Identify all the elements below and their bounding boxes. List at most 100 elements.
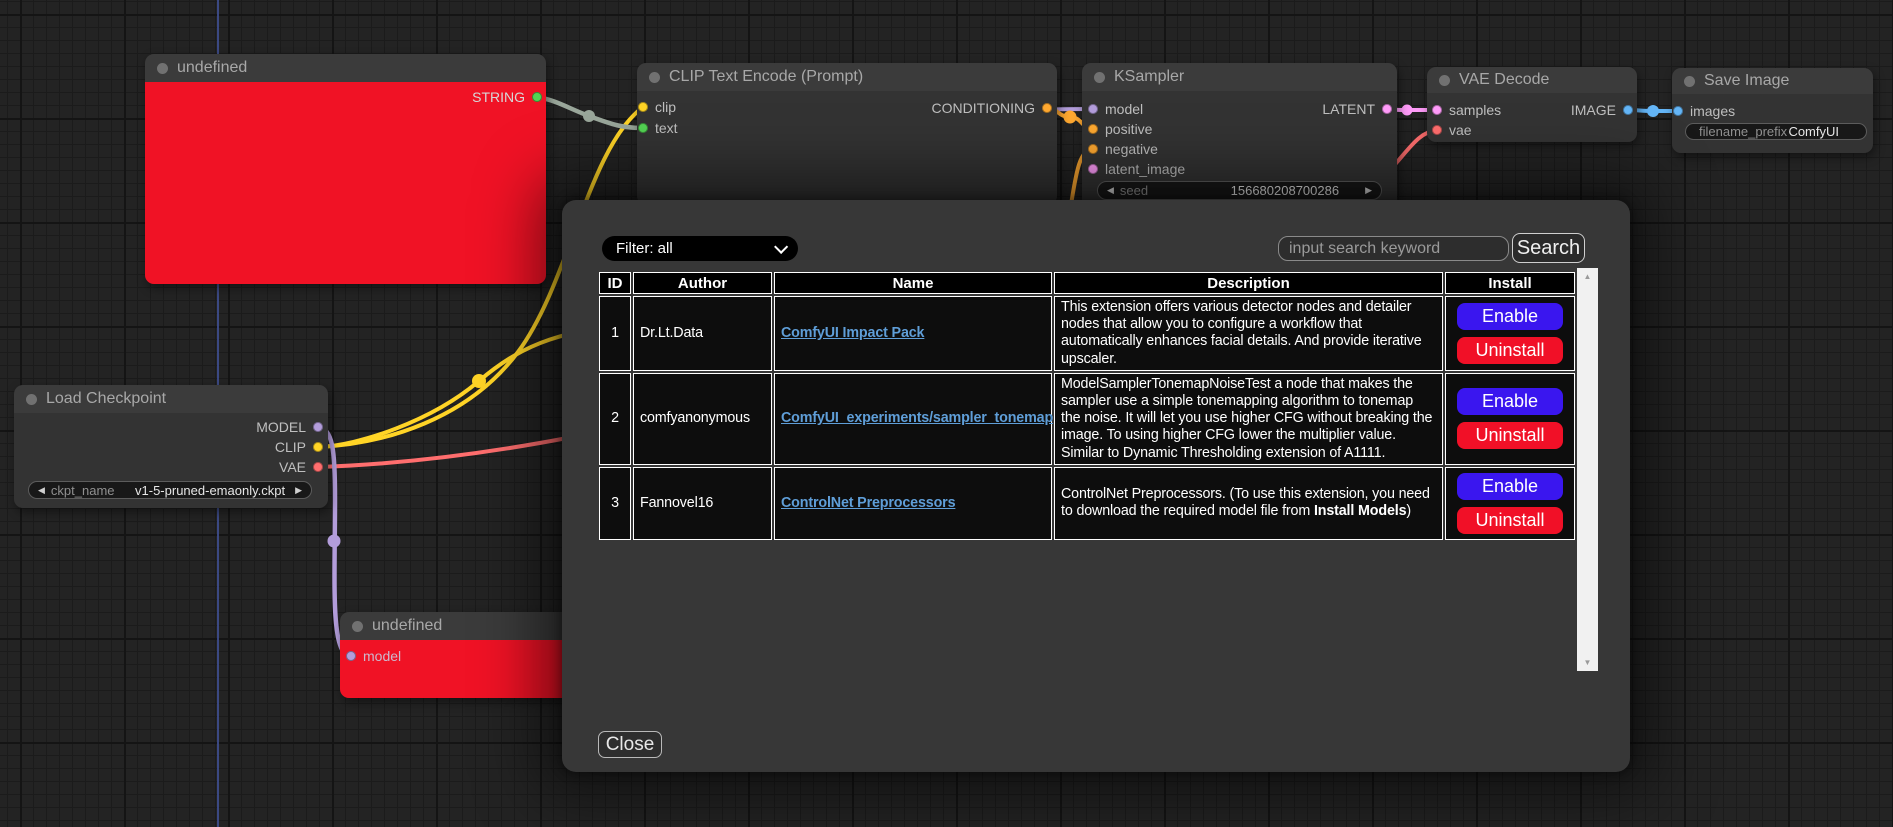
- node-title: Load Checkpoint: [46, 390, 166, 408]
- input-label: latent_image: [1105, 161, 1185, 177]
- header-description: Description: [1054, 272, 1443, 294]
- node-load-checkpoint[interactable]: Load Checkpoint MODEL CLIP VAE ◀ ckpt_na…: [14, 385, 328, 508]
- cell-name: ComfyUI_experiments/sampler_tonemap: [774, 373, 1052, 465]
- node-title: VAE Decode: [1459, 71, 1549, 89]
- node-title: CLIP Text Encode (Prompt): [669, 68, 863, 86]
- input-slot-negative[interactable]: [1088, 144, 1098, 154]
- cell-install: Enable Uninstall: [1445, 467, 1575, 540]
- cell-author: comfyanonymous: [633, 373, 772, 465]
- cell-id: 1: [599, 296, 631, 371]
- collapse-dot-icon[interactable]: [1094, 72, 1105, 83]
- node-title: Save Image: [1704, 72, 1789, 90]
- input-slot-model[interactable]: [1088, 104, 1098, 114]
- scroll-up-icon[interactable]: ▲: [1577, 272, 1598, 281]
- prev-arrow-icon[interactable]: ◀: [38, 485, 45, 496]
- node-title-bar[interactable]: Load Checkpoint: [14, 385, 328, 413]
- comfyui-canvas[interactable]: undefined STRING CLIP Text Encode (Promp…: [0, 0, 1893, 827]
- input-slot-vae[interactable]: [1432, 125, 1442, 135]
- extension-link[interactable]: ControlNet Preprocessors: [781, 495, 955, 511]
- header-id: ID: [599, 272, 631, 294]
- node-ksampler[interactable]: KSampler model positive negative latent_…: [1082, 63, 1397, 208]
- search-button[interactable]: Search: [1512, 233, 1585, 263]
- output-slot-conditioning[interactable]: [1042, 103, 1052, 113]
- output-slot-vae[interactable]: [313, 462, 323, 472]
- node-title: KSampler: [1114, 68, 1184, 86]
- output-label: CLIP: [275, 439, 306, 455]
- collapse-dot-icon[interactable]: [352, 621, 363, 632]
- uninstall-button[interactable]: Uninstall: [1457, 422, 1563, 449]
- node-title-bar[interactable]: VAE Decode: [1427, 67, 1637, 93]
- cell-description: ModelSamplerTonemapNoiseTest a node that…: [1054, 373, 1443, 465]
- node-undefined-top[interactable]: undefined STRING: [145, 54, 546, 284]
- input-slot-positive[interactable]: [1088, 124, 1098, 134]
- extensions-table: ID Author Name Description Install 1 Dr.…: [597, 270, 1577, 542]
- ckpt-name-widget[interactable]: ◀ ckpt_name v1-5-pruned-emaonly.ckpt ▶: [28, 481, 312, 499]
- table-row: 1 Dr.Lt.Data ComfyUI Impact Pack This ex…: [599, 296, 1575, 371]
- input-slot-model[interactable]: [346, 651, 356, 661]
- wire-dot-string: [583, 110, 595, 122]
- node-title-bar[interactable]: undefined: [145, 54, 546, 82]
- input-label: model: [1105, 101, 1143, 117]
- collapse-dot-icon[interactable]: [1684, 76, 1695, 87]
- uninstall-button[interactable]: Uninstall: [1457, 507, 1563, 534]
- node-title-bar[interactable]: CLIP Text Encode (Prompt): [637, 63, 1057, 91]
- next-arrow-icon[interactable]: ▶: [295, 485, 302, 496]
- node-save-image[interactable]: Save Image images filename_prefix ComfyU…: [1672, 68, 1873, 153]
- input-slot-images[interactable]: [1673, 106, 1683, 116]
- cell-author: Fannovel16: [633, 467, 772, 540]
- table-row: 3 Fannovel16 ControlNet Preprocessors Co…: [599, 467, 1575, 540]
- close-button[interactable]: Close: [598, 731, 662, 758]
- wire-dot-model: [328, 535, 341, 548]
- collapse-dot-icon[interactable]: [157, 63, 168, 74]
- input-slot-text[interactable]: [638, 123, 648, 133]
- extension-link[interactable]: ComfyUI Impact Pack: [781, 325, 924, 341]
- node-clip-text-encode[interactable]: CLIP Text Encode (Prompt) clip text COND…: [637, 63, 1057, 205]
- collapse-dot-icon[interactable]: [649, 72, 660, 83]
- output-slot-image[interactable]: [1623, 105, 1633, 115]
- collapse-dot-icon[interactable]: [1439, 75, 1450, 86]
- input-slot-clip[interactable]: [638, 102, 648, 112]
- input-slot-samples[interactable]: [1432, 105, 1442, 115]
- node-vae-decode[interactable]: VAE Decode samples vae IMAGE: [1427, 67, 1637, 142]
- output-slot-latent[interactable]: [1382, 104, 1392, 114]
- cell-description: ControlNet Preprocessors. (To use this e…: [1054, 467, 1443, 540]
- node-title: undefined: [372, 617, 442, 635]
- table-scrollbar[interactable]: ▲ ▼: [1577, 268, 1598, 671]
- output-slot-string[interactable]: [532, 92, 542, 102]
- node-title: undefined: [177, 59, 247, 77]
- enable-button[interactable]: Enable: [1457, 303, 1563, 330]
- enable-button[interactable]: Enable: [1457, 388, 1563, 415]
- input-label: samples: [1449, 102, 1501, 118]
- filter-select[interactable]: Filter: all: [602, 236, 798, 261]
- enable-button[interactable]: Enable: [1457, 473, 1563, 500]
- cell-name: ControlNet Preprocessors: [774, 467, 1052, 540]
- input-label: text: [655, 120, 678, 136]
- input-label: images: [1690, 103, 1735, 119]
- input-label: negative: [1105, 141, 1158, 157]
- node-title-bar[interactable]: Save Image: [1672, 68, 1873, 94]
- header-install: Install: [1445, 272, 1575, 294]
- search-input[interactable]: [1278, 236, 1509, 261]
- output-label: CONDITIONING: [932, 100, 1035, 116]
- node-title-bar[interactable]: KSampler: [1082, 63, 1397, 91]
- widget-label: filename_prefix: [1699, 124, 1787, 139]
- input-slot-latent-image[interactable]: [1088, 164, 1098, 174]
- increment-arrow-icon[interactable]: ▶: [1365, 185, 1372, 196]
- extension-link[interactable]: ComfyUI_experiments/sampler_tonemap: [781, 410, 1053, 426]
- output-slot-model[interactable]: [313, 422, 323, 432]
- cell-author: Dr.Lt.Data: [633, 296, 772, 371]
- decrement-arrow-icon[interactable]: ◀: [1107, 185, 1114, 196]
- filter-selected-value: Filter: all: [616, 240, 673, 257]
- widget-label: ckpt_name: [51, 483, 115, 498]
- widget-value: v1-5-pruned-emaonly.ckpt: [135, 483, 285, 498]
- filename-prefix-widget[interactable]: filename_prefix ComfyUI: [1685, 123, 1867, 140]
- output-slot-clip[interactable]: [313, 442, 323, 452]
- node-body-error: [145, 82, 546, 284]
- uninstall-button[interactable]: Uninstall: [1457, 337, 1563, 364]
- collapse-dot-icon[interactable]: [26, 394, 37, 405]
- cell-description: This extension offers various detector n…: [1054, 296, 1443, 371]
- scroll-down-icon[interactable]: ▼: [1577, 658, 1598, 667]
- widget-value: ComfyUI: [1788, 124, 1839, 139]
- seed-widget[interactable]: ◀ seed 156680208700286 ▶: [1097, 181, 1382, 200]
- cell-install: Enable Uninstall: [1445, 296, 1575, 371]
